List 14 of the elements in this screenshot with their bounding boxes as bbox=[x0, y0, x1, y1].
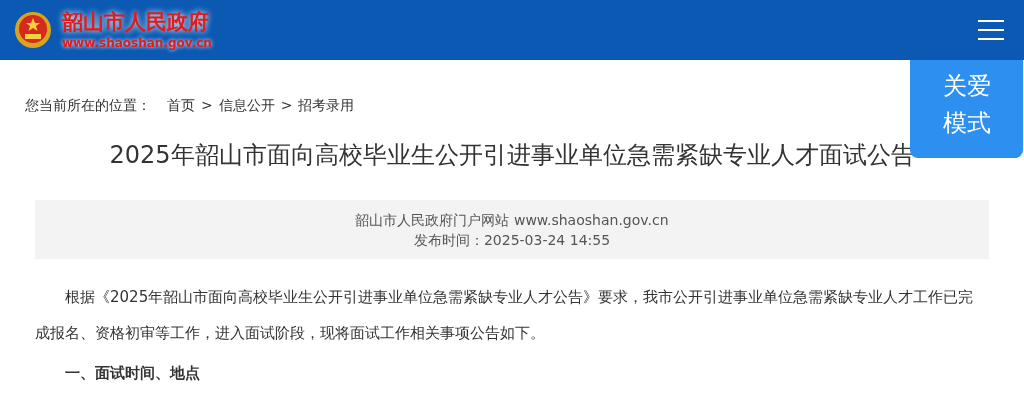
site-name: 韶山市人民政府 bbox=[62, 9, 210, 35]
breadcrumb-link[interactable]: 信息公开 bbox=[218, 94, 275, 116]
site-url: www.shaoshan.gov.cn bbox=[62, 35, 212, 51]
menu-icon[interactable] bbox=[978, 19, 1004, 41]
publish-time: 发布时间：2025-03-24 14:55 bbox=[413, 230, 611, 250]
emblem-icon bbox=[14, 10, 52, 50]
article-source: 韶山市人民政府门户网站 www.shaoshan.gov.cn bbox=[355, 210, 669, 230]
breadcrumb-separator: > bbox=[280, 95, 293, 115]
article-paragraph: 根据《2025年韶山市面向高校毕业生公开引进事业单位急需紧缺专业人才公告》要求，我市公开引进事业单位急需紧缺专业人才工作已完成报名、资格初审等工作，进入面试阶段，现将面试工作相关事项公告如下。 bbox=[35, 287, 975, 344]
breadcrumb-label: 您当前所在的位置： bbox=[25, 95, 151, 115]
section-heading: 一、面试时间、地点 bbox=[64, 363, 201, 384]
breadcrumb-link[interactable]: 招考录用 bbox=[298, 94, 355, 116]
breadcrumb-link[interactable]: 首页 bbox=[167, 94, 195, 116]
breadcrumb-separator: > bbox=[201, 95, 213, 115]
